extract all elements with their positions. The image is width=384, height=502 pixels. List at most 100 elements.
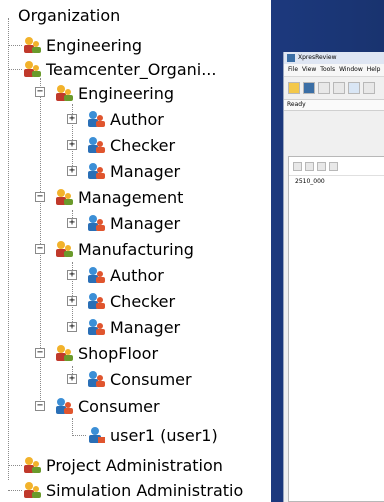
tree-item-label: user1 (user1) — [110, 425, 218, 445]
tree-item-consumer[interactable]: Consumer — [86, 368, 192, 390]
tree-item-project-administration[interactable]: Project Administration — [22, 454, 223, 476]
group-icon — [56, 85, 73, 101]
status-bar: Ready — [284, 100, 384, 111]
organization-tree: − + + + − + − + + + − + − Organization E… — [0, 0, 271, 502]
expand-toggle[interactable]: + — [67, 114, 77, 124]
group-icon — [24, 37, 41, 53]
embedded-app-window: XpresReview File View Tools Window Help … — [283, 52, 384, 502]
expand-toggle[interactable]: + — [67, 218, 77, 228]
spacer — [284, 111, 384, 127]
panel-tree-item[interactable]: 2510_000 — [289, 178, 384, 185]
expand-toggle[interactable]: + — [67, 296, 77, 306]
tree-item-label: Manager — [110, 161, 181, 181]
tree-item-manager[interactable]: Manager — [86, 316, 180, 338]
tree-item-checker[interactable]: Checker — [86, 134, 175, 156]
menu-tools[interactable]: Tools — [320, 64, 335, 76]
expand-toggle[interactable]: + — [67, 166, 77, 176]
expand-toggle[interactable]: + — [67, 270, 77, 280]
toolbar-icon[interactable] — [363, 82, 375, 94]
menu-file[interactable]: File — [288, 64, 298, 76]
menu-window[interactable]: Window — [339, 64, 363, 76]
tree-item-label: Author — [110, 109, 164, 129]
tree-item-author[interactable]: Author — [86, 108, 164, 130]
role-icon — [88, 267, 105, 283]
menu-view[interactable]: View — [302, 64, 316, 76]
role-icon — [88, 163, 105, 179]
group-icon — [24, 482, 41, 498]
role-icon — [88, 137, 105, 153]
tree-item-label: Consumer — [110, 369, 192, 389]
group-icon — [56, 189, 73, 205]
tree-item-label: Organization — [18, 5, 121, 25]
tree-item-manager[interactable]: Manager — [86, 160, 180, 182]
tree-item-simulation-administration[interactable]: Simulation Administratio — [22, 479, 243, 501]
tree-item-label: Checker — [110, 291, 176, 311]
menu-help[interactable]: Help — [367, 64, 381, 76]
toolbar-icon[interactable] — [348, 82, 360, 94]
browser-panel: 2510_000 — [288, 156, 384, 502]
tree-item-label: ShopFloor — [78, 343, 159, 363]
tree-connector — [8, 45, 22, 46]
role-icon — [88, 371, 105, 387]
collapse-toggle[interactable]: − — [35, 192, 45, 202]
tree-item-label: Manager — [110, 317, 181, 337]
tree-item-label: Management — [78, 187, 184, 207]
window-title-bar: XpresReview — [284, 52, 384, 64]
expand-toggle[interactable]: + — [67, 322, 77, 332]
tree-item-label: Author — [110, 265, 164, 285]
tree-item-teamcenter-organization[interactable]: Teamcenter_Organi... — [22, 58, 216, 80]
toolbar — [284, 77, 384, 100]
tree-item-label: Simulation Administratio — [46, 480, 244, 500]
app-icon — [287, 54, 295, 62]
collapse-toggle[interactable]: − — [35, 244, 45, 254]
tree-item-organization[interactable]: Organization — [18, 4, 120, 26]
tree-connector — [72, 418, 73, 436]
tree-connector — [8, 490, 22, 491]
role-icon — [56, 398, 73, 414]
group-icon — [56, 345, 73, 361]
tree-item-management[interactable]: Management — [54, 186, 183, 208]
role-icon — [88, 319, 105, 335]
check-icon[interactable] — [329, 161, 338, 171]
role-icon — [88, 293, 105, 309]
tree-item-label: Engineering — [78, 83, 174, 103]
tree-item-checker[interactable]: Checker — [86, 290, 175, 312]
tree-item-engineering[interactable]: Engineering — [22, 34, 142, 56]
tree-item-label: Manager — [110, 213, 181, 233]
tree-item-engineering-sub[interactable]: Engineering — [54, 82, 174, 104]
menu-bar: File View Tools Window Help — [284, 64, 384, 77]
item-label: 2510_000 — [295, 178, 325, 185]
tree-item-label: Engineering — [46, 35, 142, 55]
tree-item-manager[interactable]: Manager — [86, 212, 180, 234]
group-icon — [56, 241, 73, 257]
tree-item-label: Project Administration — [46, 455, 223, 475]
user-icon — [89, 427, 105, 443]
collapse-toggle[interactable]: − — [35, 87, 45, 97]
save-icon[interactable] — [303, 82, 315, 94]
role-icon — [88, 111, 105, 127]
collapse-toggle[interactable]: − — [35, 348, 45, 358]
tree-item-author[interactable]: Author — [86, 264, 164, 286]
role-icon — [88, 215, 105, 231]
tree-item-shopfloor[interactable]: ShopFloor — [54, 342, 158, 364]
tree-item-user[interactable]: user1 (user1) — [86, 424, 218, 446]
toolbar-icon[interactable] — [318, 82, 330, 94]
group-icon — [24, 457, 41, 473]
toolbar-icon[interactable] — [333, 82, 345, 94]
panel-tool-icon[interactable] — [293, 161, 302, 171]
tree-item-label: Consumer — [78, 396, 160, 416]
panel-tool-icon[interactable] — [317, 161, 326, 171]
expand-toggle[interactable]: + — [67, 140, 77, 150]
tree-item-manufacturing[interactable]: Manufacturing — [54, 238, 194, 260]
tree-item-label: Teamcenter_Organi... — [46, 59, 217, 79]
tree-connector — [8, 18, 9, 480]
collapse-toggle[interactable]: − — [35, 401, 45, 411]
window-title: XpresReview — [298, 54, 337, 61]
tree-connector — [72, 435, 86, 436]
expand-toggle[interactable]: + — [67, 374, 77, 384]
tree-item-label: Checker — [110, 135, 176, 155]
panel-tool-icon[interactable] — [305, 161, 314, 171]
tree-item-consumer[interactable]: Consumer — [54, 395, 160, 417]
open-icon[interactable] — [288, 82, 300, 94]
group-icon — [24, 61, 41, 77]
